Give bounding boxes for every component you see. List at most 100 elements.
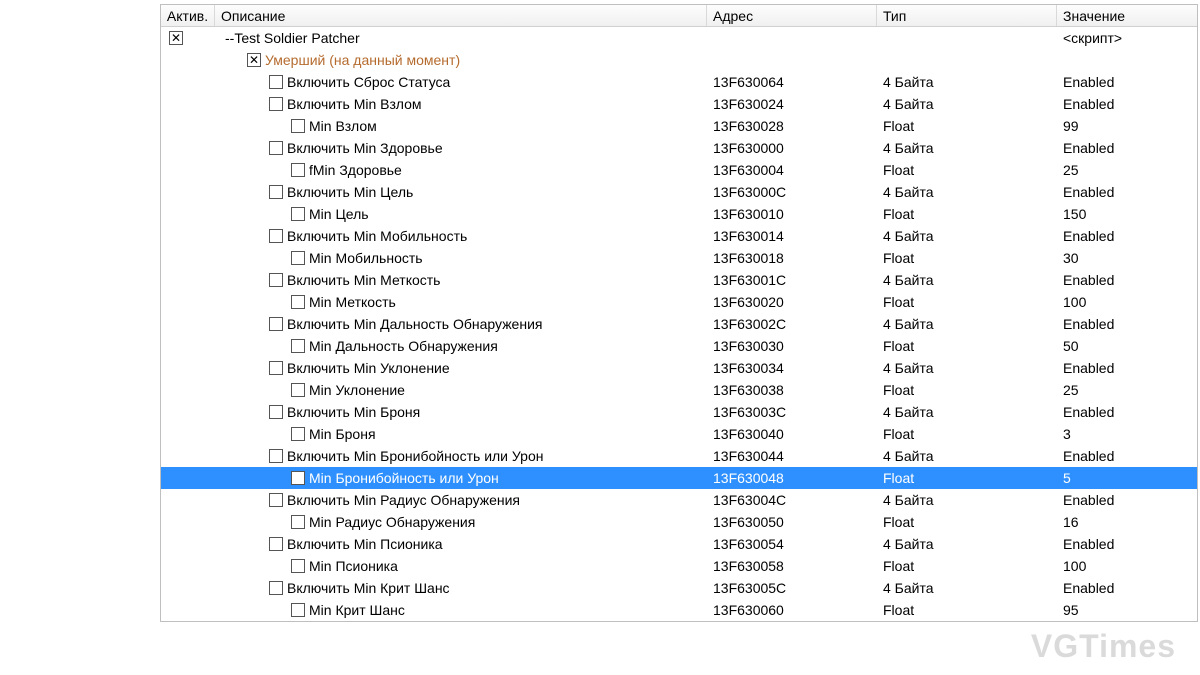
table-row[interactable]: Min Дальность Обнаружения13F630030Float5… [161,335,1197,357]
description-cell: Включить Min Псионика [215,533,707,555]
row-checkbox[interactable] [291,471,305,485]
table-row[interactable]: Min Псионика13F630058Float100 [161,555,1197,577]
row-checkbox[interactable] [291,295,305,309]
table-row[interactable]: Min Крит Шанс13F630060Float95 [161,599,1197,621]
active-cell [161,423,215,445]
header-value[interactable]: Значение [1057,5,1197,26]
row-checkbox[interactable] [269,581,283,595]
table-row[interactable]: Включить Min Здоровье13F6300004 БайтаEna… [161,137,1197,159]
header-type[interactable]: Тип [877,5,1057,26]
table-row[interactable]: Включить Min Цель13F63000C4 БайтаEnabled [161,181,1197,203]
row-checkbox[interactable] [291,515,305,529]
table-row[interactable]: Умерший (на данный момент) [161,49,1197,71]
table-row[interactable]: Min Уклонение13F630038Float25 [161,379,1197,401]
row-checkbox[interactable] [269,75,283,89]
row-checkbox[interactable] [291,559,305,573]
table-row[interactable]: Включить Min Псионика13F6300544 БайтаEna… [161,533,1197,555]
row-checkbox[interactable] [269,141,283,155]
active-cell [161,115,215,137]
table-row[interactable]: Включить Min Меткость13F63001C4 БайтаEna… [161,269,1197,291]
value-cell: 3 [1057,423,1197,445]
row-checkbox[interactable] [291,603,305,617]
description-cell: Min Взлом [215,115,707,137]
active-cell [161,401,215,423]
table-row[interactable]: Min Взлом13F630028Float99 [161,115,1197,137]
table-row[interactable]: Включить Min Дальность Обнаружения13F630… [161,313,1197,335]
table-row[interactable]: Min Броня13F630040Float3 [161,423,1197,445]
row-checkbox[interactable] [291,163,305,177]
address-cell: 13F630028 [707,115,877,137]
address-cell: 13F630000 [707,137,877,159]
description-cell: Min Броня [215,423,707,445]
type-cell: 4 Байта [877,181,1057,203]
row-checkbox[interactable] [247,53,261,67]
row-checkbox[interactable] [269,229,283,243]
address-list-panel[interactable]: Актив. Описание Адрес Тип Значение --Tes… [160,4,1198,622]
value-cell: <скрипт> [1057,27,1197,49]
table-row[interactable]: Включить Min Броня13F63003C4 БайтаEnable… [161,401,1197,423]
table-row[interactable]: Включить Min Бронибойность или Урон13F63… [161,445,1197,467]
type-cell: Float [877,159,1057,181]
value-cell: Enabled [1057,577,1197,599]
row-checkbox[interactable] [269,97,283,111]
active-checkbox[interactable] [169,31,183,45]
type-cell: Float [877,467,1057,489]
row-checkbox[interactable] [291,383,305,397]
description-text: Min Мобильность [309,250,423,266]
address-cell: 13F630040 [707,423,877,445]
table-row[interactable]: Min Радиус Обнаружения13F630050Float16 [161,511,1197,533]
description-text: --Test Soldier Patcher [225,30,360,46]
value-cell: Enabled [1057,181,1197,203]
active-cell [161,599,215,621]
value-cell [1057,49,1197,71]
table-row[interactable]: Min Цель13F630010Float150 [161,203,1197,225]
row-checkbox[interactable] [269,493,283,507]
address-cell: 13F630030 [707,335,877,357]
active-cell [161,49,215,71]
type-cell: 4 Байта [877,489,1057,511]
address-cell [707,27,877,49]
type-cell: 4 Байта [877,137,1057,159]
table-row[interactable]: Включить Min Крит Шанс13F63005C4 БайтаEn… [161,577,1197,599]
row-checkbox[interactable] [291,339,305,353]
row-checkbox[interactable] [269,449,283,463]
table-row[interactable]: Min Бронибойность или Урон13F630048Float… [161,467,1197,489]
row-checkbox[interactable] [291,119,305,133]
type-cell: Float [877,379,1057,401]
active-cell [161,137,215,159]
description-text: Включить Min Цель [287,184,413,200]
table-row[interactable]: Min Мобильность13F630018Float30 [161,247,1197,269]
table-row[interactable]: Включить Min Мобильность13F6300144 Байта… [161,225,1197,247]
row-checkbox[interactable] [269,361,283,375]
watermark-text: VGTimes [1031,628,1176,665]
header-description[interactable]: Описание [215,5,707,26]
description-cell: Включить Min Броня [215,401,707,423]
row-checkbox[interactable] [291,427,305,441]
description-text: Включить Min Радиус Обнаружения [287,492,520,508]
description-text: Min Радиус Обнаружения [309,514,475,530]
header-address[interactable]: Адрес [707,5,877,26]
table-row[interactable]: Включить Min Уклонение13F6300344 БайтаEn… [161,357,1197,379]
table-row[interactable]: --Test Soldier Patcher <скрипт> [161,27,1197,49]
row-checkbox[interactable] [269,185,283,199]
address-cell: 13F630058 [707,555,877,577]
row-checkbox[interactable] [269,405,283,419]
row-checkbox[interactable] [291,251,305,265]
active-cell [161,27,215,49]
type-cell [877,49,1057,71]
active-cell [161,357,215,379]
address-cell: 13F630038 [707,379,877,401]
active-cell [161,335,215,357]
address-cell: 13F63003C [707,401,877,423]
description-cell: Min Меткость [215,291,707,313]
table-row[interactable]: Включить Min Радиус Обнаружения13F63004C… [161,489,1197,511]
row-checkbox[interactable] [269,537,283,551]
header-active[interactable]: Актив. [161,5,215,26]
table-row[interactable]: Включить Min Взлом13F6300244 БайтаEnable… [161,93,1197,115]
row-checkbox[interactable] [269,273,283,287]
row-checkbox[interactable] [269,317,283,331]
table-row[interactable]: Включить Сброс Статуса13F6300644 БайтаEn… [161,71,1197,93]
table-row[interactable]: Min Меткость13F630020Float100 [161,291,1197,313]
row-checkbox[interactable] [291,207,305,221]
table-row[interactable]: fMin Здоровье13F630004Float25 [161,159,1197,181]
